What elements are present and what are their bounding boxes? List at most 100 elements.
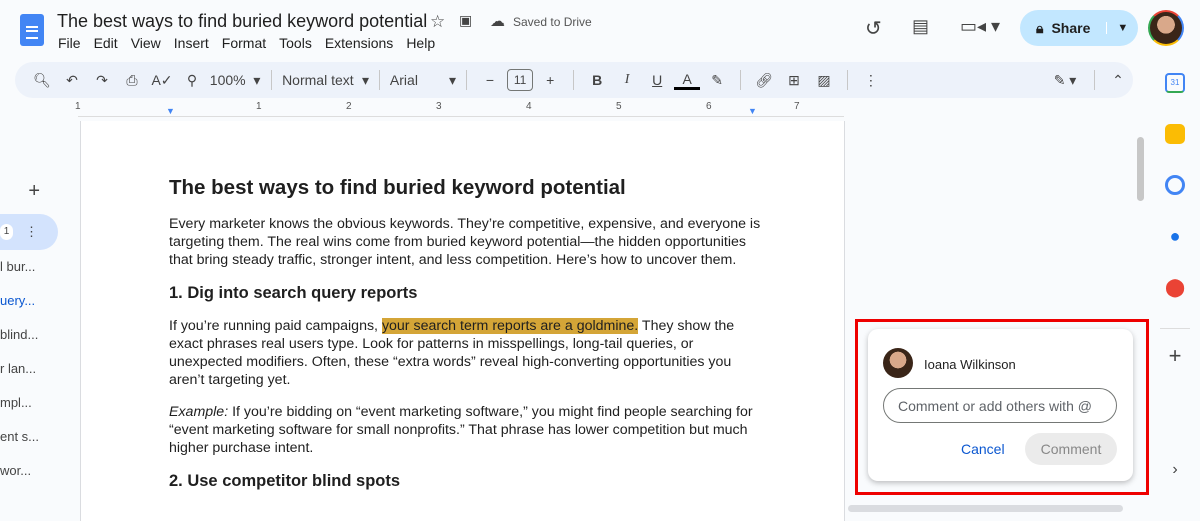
bold-button[interactable]: B	[584, 66, 610, 94]
font-select[interactable]: Arial ▾	[390, 66, 456, 94]
decrease-size-button[interactable]: −	[477, 66, 503, 94]
menu-file[interactable]: File	[58, 35, 81, 51]
divider	[847, 70, 848, 90]
divider	[466, 70, 467, 90]
divider	[379, 70, 380, 90]
outline-item[interactable]: l bur...	[0, 250, 78, 284]
tab-item[interactable]: 1 ⋮	[0, 214, 58, 250]
ruler-mark: 1	[75, 101, 81, 112]
ruler-mark: 3	[436, 101, 442, 112]
menu-view[interactable]: View	[131, 35, 161, 51]
ruler-mark: 7	[794, 101, 800, 112]
share-button[interactable]: 🔒︎ Share ▼	[1020, 10, 1138, 46]
commenter-name: Ioana Wilkinson	[924, 357, 1016, 372]
contacts-icon[interactable]: ●	[1165, 226, 1185, 246]
document-outline: + 1 ⋮ l bur... uery... blind... r lan...…	[0, 180, 78, 488]
highlighted-text[interactable]: your search term reports are a goldmine.	[381, 318, 639, 334]
divider	[1094, 70, 1096, 90]
side-panel: 31 ● ⬤ + ›	[1150, 60, 1200, 479]
collapse-menus-icon[interactable]: ⌃	[1105, 66, 1131, 94]
add-comment-icon[interactable]: ⊞	[781, 66, 807, 94]
ruler-mark: 1	[256, 101, 262, 112]
ruler-mark: 2	[346, 101, 352, 112]
divider	[1160, 328, 1190, 329]
docs-logo-icon[interactable]	[20, 14, 44, 46]
save-status: Saved to Drive	[513, 15, 592, 29]
comment-submit-button[interactable]: Comment	[1025, 433, 1117, 465]
expand-panel-icon[interactable]: ›	[1150, 461, 1200, 479]
document-body[interactable]: The best ways to find buried keyword pot…	[169, 175, 769, 505]
spellcheck-icon[interactable]: A✓	[149, 66, 175, 94]
section-heading: 1. Dig into search query reports	[169, 284, 418, 302]
document-title[interactable]: The best ways to find buried keyword pot…	[57, 11, 427, 32]
font-size-input[interactable]: 11	[506, 69, 534, 91]
increase-size-button[interactable]: +	[537, 66, 563, 94]
tab-options-icon[interactable]: ⋮	[25, 224, 38, 240]
tasks-icon[interactable]	[1165, 175, 1185, 195]
horizontal-scrollbar[interactable]	[848, 505, 1123, 512]
undo-icon[interactable]: ↶	[59, 66, 85, 94]
link-icon[interactable]: 🔗︎	[751, 66, 777, 94]
cancel-button[interactable]: Cancel	[961, 441, 1005, 457]
paragraph: Every marketer knows the obvious keyword…	[169, 216, 761, 268]
underline-button[interactable]: U	[644, 66, 670, 94]
star-icon[interactable]: ☆	[430, 12, 445, 32]
tab-badge: 1	[0, 224, 13, 240]
insert-image-icon[interactable]: ▨	[811, 66, 837, 94]
highlight-icon[interactable]: ✎	[704, 66, 730, 94]
menu-insert[interactable]: Insert	[174, 35, 209, 51]
account-avatar[interactable]	[1148, 10, 1184, 46]
vertical-scrollbar[interactable]	[1137, 137, 1144, 201]
paint-format-icon[interactable]: ⚲	[179, 66, 205, 94]
share-dropdown-icon[interactable]: ▼	[1106, 22, 1128, 34]
search-menus-icon[interactable]: 🔍︎	[29, 66, 55, 94]
keep-icon[interactable]	[1165, 124, 1185, 144]
zoom-select[interactable]: 100% ▾	[209, 66, 261, 94]
get-addons-icon[interactable]: +	[1150, 343, 1200, 369]
style-value: Normal text	[282, 72, 354, 88]
version-history-icon[interactable]: ↺	[865, 16, 882, 41]
menu-help[interactable]: Help	[406, 35, 435, 51]
redo-icon[interactable]: ↷	[89, 66, 115, 94]
ruler-mark: 6	[706, 101, 712, 112]
text-color-button[interactable]: A	[674, 70, 701, 90]
outline-item[interactable]: mpl...	[0, 386, 78, 420]
lock-icon: 🔒︎	[1036, 19, 1044, 36]
outline-item[interactable]: ent s...	[0, 420, 78, 454]
italic-button[interactable]: I	[614, 66, 640, 94]
font-value: Arial	[389, 72, 418, 88]
divider	[740, 70, 742, 90]
right-indent-marker-icon[interactable]: ▼	[748, 106, 757, 116]
comments-icon[interactable]: ▤	[912, 16, 929, 37]
outline-item[interactable]: wor...	[0, 454, 78, 488]
print-icon[interactable]: ⎙	[119, 66, 145, 94]
outline-item[interactable]: blind...	[0, 318, 78, 352]
style-select[interactable]: Normal text ▾	[282, 66, 369, 94]
calendar-icon[interactable]: 31	[1165, 73, 1185, 93]
ruler-mark: 4	[526, 101, 532, 112]
meet-icon[interactable]: ▭◂ ▾	[960, 16, 1000, 37]
paragraph: Example: If you’re bidding on “event mar…	[169, 403, 769, 457]
section-heading: 2. Use competitor blind spots	[169, 472, 401, 490]
text: Example:	[169, 404, 229, 420]
text: If you’re running paid campaigns,	[169, 318, 382, 334]
document-heading: The best ways to find buried keyword pot…	[169, 176, 626, 199]
outline-item[interactable]: r lan...	[0, 352, 78, 386]
outline-item-active[interactable]: uery...	[0, 284, 78, 318]
share-label: Share	[1051, 20, 1091, 36]
ruler[interactable]: 1 ▼ 1 2 3 4 5 6 ▼ 7	[75, 101, 844, 117]
more-options-icon[interactable]: ⋮	[858, 66, 884, 94]
comment-input[interactable]: Comment or add others with @	[883, 388, 1117, 423]
menu-tools[interactable]: Tools	[279, 35, 312, 51]
menu-edit[interactable]: Edit	[94, 35, 118, 51]
add-tab-icon[interactable]: +	[0, 180, 78, 214]
left-indent-marker-icon[interactable]: ▼	[166, 106, 175, 116]
zoom-value: 100%	[209, 72, 246, 88]
move-folder-icon[interactable]: ▣	[459, 12, 472, 29]
menu-extensions[interactable]: Extensions	[325, 35, 393, 51]
maps-icon[interactable]: ⬤	[1165, 277, 1185, 297]
commenter-avatar	[883, 348, 913, 378]
editing-mode-icon[interactable]: ✎ ▾	[1046, 66, 1084, 94]
divider	[573, 70, 575, 90]
menu-format[interactable]: Format	[222, 35, 266, 51]
